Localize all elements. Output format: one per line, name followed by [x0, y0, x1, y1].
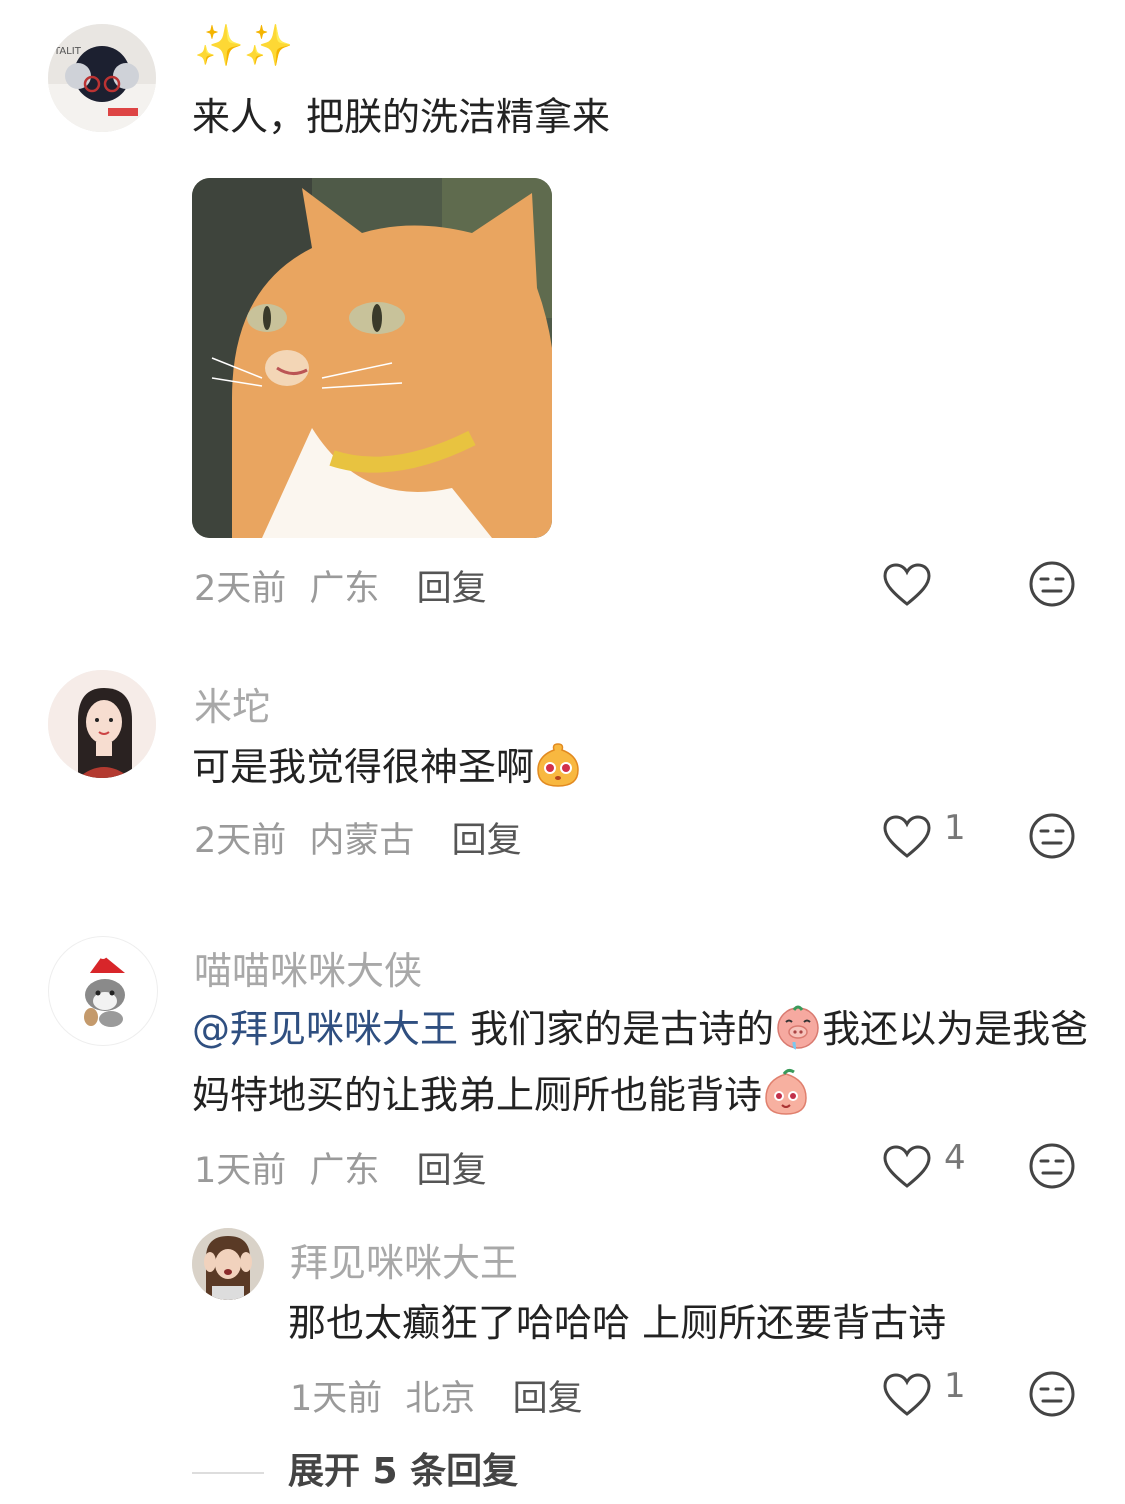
- username[interactable]: 喵喵咪咪大侠: [194, 940, 422, 995]
- neutral-face-icon[interactable]: [1028, 560, 1076, 608]
- comment-location: 北京: [405, 1379, 476, 1419]
- username[interactable]: ✨✨: [194, 22, 294, 69]
- heart-outline-icon[interactable]: [882, 1144, 932, 1190]
- neutral-face-icon[interactable]: [1028, 1142, 1076, 1190]
- reply-button[interactable]: 回复: [513, 1379, 583, 1419]
- avatar[interactable]: [48, 670, 156, 778]
- username[interactable]: 拜见咪咪大王: [290, 1232, 518, 1287]
- avatar[interactable]: [48, 936, 158, 1046]
- comment-meta: 1天前 广东 回复: [194, 1142, 487, 1193]
- pig-drool-emoji-icon: [777, 1005, 819, 1050]
- comment-text: 来人，把朕的洗洁精拿来: [192, 95, 611, 139]
- comment-meta: 2天前 内蒙古 回复: [194, 812, 522, 863]
- neutral-face-icon[interactable]: [1028, 1370, 1076, 1418]
- expand-replies-button[interactable]: 展开 5 条回复: [288, 1442, 518, 1494]
- avatar-cat-santa-icon: [49, 937, 157, 1045]
- comment-time: 2天前: [194, 821, 287, 861]
- comment-image-cat[interactable]: [192, 178, 552, 538]
- blushing-emoji-icon: [537, 743, 579, 787]
- avatar-boy-headphones-icon: TALIT: [48, 24, 156, 132]
- reply-button[interactable]: 回复: [417, 569, 487, 609]
- avatar-girl-icon: [48, 670, 156, 778]
- comment-location: 广东: [309, 1151, 380, 1191]
- cat-photo: [192, 178, 552, 538]
- like-count: 1: [944, 1366, 966, 1406]
- like-count: 1: [944, 808, 966, 848]
- avatar-girl-hands-icon: [192, 1228, 264, 1300]
- comment-text-content: 可是我觉得很神圣啊: [192, 745, 535, 789]
- neutral-face-icon[interactable]: [1028, 812, 1076, 860]
- comment-location: 内蒙古: [309, 821, 415, 861]
- comment-time: 1天前: [194, 1151, 287, 1191]
- comment-text: 那也太癫狂了哈哈哈 上厕所还要背古诗: [288, 1301, 947, 1345]
- reply-button[interactable]: 回复: [452, 821, 522, 861]
- heart-outline-icon[interactable]: [882, 814, 932, 860]
- heart-outline-icon[interactable]: [882, 562, 932, 608]
- mention-link[interactable]: @拜见咪咪大王: [192, 1007, 458, 1051]
- comment-time: 2天前: [194, 569, 287, 609]
- comment-time: 1天前: [290, 1379, 383, 1419]
- heart-outline-icon[interactable]: [882, 1372, 932, 1418]
- avatar[interactable]: [192, 1228, 264, 1300]
- avatar[interactable]: TALIT: [48, 24, 156, 132]
- reply-button[interactable]: 回复: [417, 1151, 487, 1191]
- comment-text: 可是我觉得很神圣啊: [192, 734, 582, 800]
- username[interactable]: 米坨: [194, 676, 270, 731]
- like-count: 4: [944, 1138, 966, 1178]
- comment-meta: 1天前 北京 回复: [290, 1370, 583, 1421]
- comment-location: 广东: [309, 569, 380, 609]
- comment-meta: 2天前 广东 回复: [194, 560, 487, 611]
- svg-text:TALIT: TALIT: [53, 46, 82, 57]
- peach-blush-emoji-icon: [765, 1068, 807, 1115]
- comment-text: @拜见咪咪大王 我们家的是古诗的 我还以为是我爸妈特地买的让我弟上厕所也能背诗: [192, 996, 1092, 1128]
- expand-divider: [192, 1472, 264, 1474]
- comment-text-part1: 我们家的是古诗的: [458, 1007, 775, 1051]
